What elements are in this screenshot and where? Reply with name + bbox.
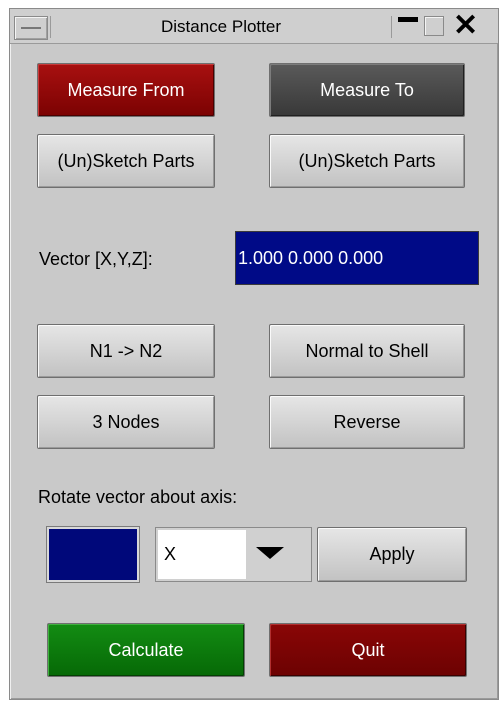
sketch-from-parts-button[interactable]: (Un)Sketch Parts <box>37 134 215 188</box>
n1-to-n2-button[interactable]: N1 -> N2 <box>37 324 215 378</box>
apply-button[interactable]: Apply <box>317 527 467 582</box>
axis-dropdown[interactable]: X <box>155 527 312 582</box>
window-menu-icon[interactable] <box>14 16 48 40</box>
rotate-label: Rotate vector about axis: <box>38 487 238 507</box>
measure-from-button[interactable]: Measure From <box>37 63 215 117</box>
vector-label: Vector [X,Y,Z]: <box>39 249 153 269</box>
minimize-icon[interactable] <box>396 14 420 38</box>
quit-button[interactable]: Quit <box>269 623 467 677</box>
reverse-button[interactable]: Reverse <box>269 395 465 449</box>
vector-input[interactable]: 1.000 0.000 0.000 <box>235 231 479 285</box>
calculate-button[interactable]: Calculate <box>47 623 245 677</box>
three-nodes-button[interactable]: 3 Nodes <box>37 395 215 449</box>
sketch-to-parts-button[interactable]: (Un)Sketch Parts <box>269 134 465 188</box>
window-title: Distance Plotter <box>50 16 392 38</box>
axis-dropdown-value: X <box>158 530 246 579</box>
normal-to-shell-button[interactable]: Normal to Shell <box>269 324 465 378</box>
close-icon[interactable]: ✕ <box>453 11 478 41</box>
title-bar[interactable]: Distance Plotter ✕ <box>10 9 498 44</box>
chevron-down-icon[interactable] <box>256 547 284 559</box>
maximize-icon[interactable] <box>423 14 447 38</box>
distance-plotter-window: Distance Plotter ✕ Measure From Measure … <box>9 8 499 700</box>
measure-to-button[interactable]: Measure To <box>269 63 465 117</box>
axis-color-swatch[interactable] <box>46 526 140 583</box>
